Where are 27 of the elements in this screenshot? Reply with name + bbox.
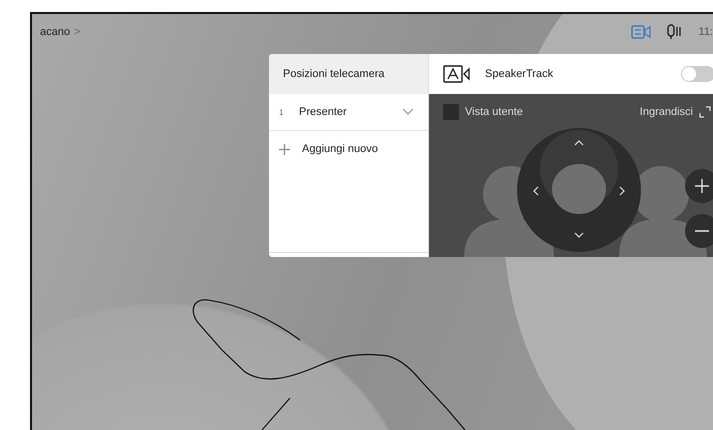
minus-icon — [695, 230, 709, 232]
pan-right-icon[interactable] — [619, 186, 625, 196]
clock-time: 11: — [698, 26, 713, 38]
pan-up-icon[interactable] — [574, 140, 584, 146]
plus-icon — [279, 144, 290, 154]
preset-name: Presenter — [299, 106, 348, 118]
microphone-settings-icon[interactable] — [666, 24, 683, 40]
breadcrumb-label[interactable]: acano — [40, 26, 70, 38]
zoom-in-button[interactable] — [685, 169, 713, 203]
preset-item[interactable]: 1 Presenter — [269, 94, 428, 131]
self-view-checkbox[interactable] — [443, 104, 459, 120]
self-view-label: Vista utente — [465, 106, 523, 118]
chevron-down-icon[interactable] — [402, 108, 414, 116]
pan-down-icon[interactable] — [574, 232, 584, 238]
maximize-label[interactable]: Ingrandisci — [640, 106, 693, 118]
preset-number: 1 — [279, 108, 284, 116]
add-preset-label: Aggiungi nuovo — [302, 143, 378, 155]
speakertrack-label: SpeakerTrack — [485, 68, 554, 80]
speakertrack-toggle[interactable] — [681, 66, 713, 82]
zoom-out-button[interactable] — [685, 214, 713, 248]
panel-title: Posizioni telecamera — [283, 68, 384, 80]
plus-icon — [695, 179, 709, 193]
expand-icon[interactable] — [699, 106, 711, 118]
breadcrumb-arrow: > — [74, 26, 80, 38]
add-preset-button[interactable]: Aggiungi nuovo — [269, 131, 428, 167]
speakertrack-camera-icon — [443, 65, 471, 83]
pan-left-icon[interactable] — [533, 186, 539, 196]
